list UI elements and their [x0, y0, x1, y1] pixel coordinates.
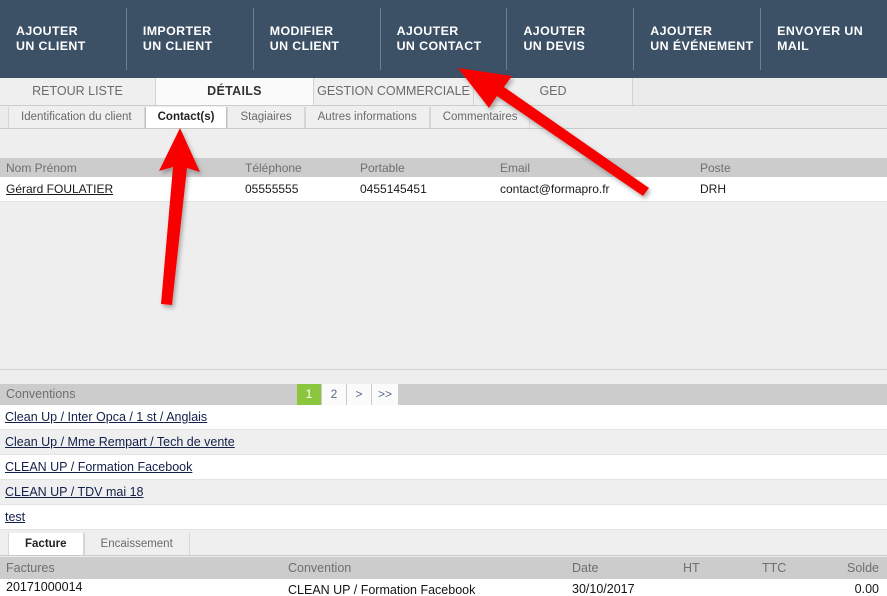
header-factures: Factures — [6, 561, 55, 575]
facture-date: 30/10/2017 — [572, 582, 635, 596]
nav-label-line1: AJOUTER — [650, 24, 713, 38]
header-date: Date — [572, 561, 599, 575]
nav-label-line1: AJOUTER — [396, 24, 459, 38]
facture-numero: 20171000014 — [6, 580, 83, 594]
table-row[interactable]: Gérard FOULATIER 05555555 0455145451 con… — [0, 177, 887, 202]
nav-label-line2: UN CLIENT — [16, 39, 86, 53]
header-ht: HT — [683, 561, 700, 575]
convention-link[interactable]: CLEAN UP / Formation Facebook — [5, 460, 192, 474]
contact-telephone: 05555555 — [245, 182, 299, 196]
nav-label-line1: IMPORTER — [142, 24, 212, 38]
contact-email: contact@formapro.fr — [500, 182, 610, 196]
subtab-autres-informations[interactable]: Autres informations — [304, 107, 430, 128]
header-poste: Poste — [700, 161, 731, 175]
list-item[interactable]: CLEAN UP / TDV mai 18 — [0, 480, 887, 505]
contact-poste: DRH — [700, 182, 726, 196]
nav-label-line2: UN CONTACT — [396, 39, 482, 53]
convention-link[interactable]: test — [5, 510, 25, 524]
nav-importer-un-client[interactable]: IMPORTER UN CLIENT — [127, 8, 254, 70]
header-nom-prenom: Nom Prénom — [6, 161, 77, 175]
facture-solde: 0.00 — [854, 582, 879, 596]
subtab-identification-du-client[interactable]: Identification du client — [8, 107, 145, 128]
header-portable: Portable — [360, 161, 405, 175]
list-item[interactable]: CLEAN UP / Formation Facebook — [0, 455, 887, 480]
convention-link[interactable]: CLEAN UP / TDV mai 18 — [5, 485, 143, 499]
main-tab-filler — [633, 78, 887, 105]
nav-label-line1: AJOUTER — [523, 24, 586, 38]
nav-ajouter-un-devis[interactable]: AJOUTER UN DEVIS — [507, 8, 635, 70]
tab-details[interactable]: DÉTAILS — [156, 78, 314, 105]
nav-label-line1: AJOUTER — [16, 24, 79, 38]
conventions-title: Conventions — [6, 387, 76, 401]
header-email: Email — [500, 161, 531, 175]
tab-encaissement[interactable]: Encaissement — [83, 533, 190, 555]
nav-label-line1: ENVOYER UN — [777, 24, 864, 38]
sub-tab-bar: Identification du client Contact(s) Stag… — [0, 107, 887, 129]
subtab-stagiaires[interactable]: Stagiaires — [227, 107, 305, 128]
header-convention: Convention — [288, 561, 352, 575]
nav-envoyer-un-mail[interactable]: ENVOYER UN MAIL — [761, 8, 887, 70]
nav-label-line2: UN CLIENT — [269, 39, 340, 53]
header-telephone: Téléphone — [245, 161, 302, 175]
subtab-contacts[interactable]: Contact(s) — [144, 107, 228, 128]
nav-ajouter-un-contact[interactable]: AJOUTER UN CONTACT — [381, 8, 508, 70]
top-action-nav: AJOUTER UN CLIENT IMPORTER UN CLIENT MOD… — [0, 0, 887, 78]
nav-ajouter-un-evenement[interactable]: AJOUTER UN ÉVÉNEMENT — [634, 8, 762, 70]
list-item[interactable]: Clean Up / Mme Rempart / Tech de vente — [0, 430, 887, 455]
header-ttc: TTC — [762, 561, 787, 575]
sub-tab-filler — [530, 107, 887, 128]
tab-ged[interactable]: GED — [474, 78, 633, 105]
contacts-panel: Nom Prénom Téléphone Portable Email Post… — [0, 129, 887, 370]
nav-label-line2: MAIL — [777, 39, 810, 53]
page-button-2[interactable]: 2 — [322, 384, 347, 405]
tab-retour-liste[interactable]: RETOUR LISTE — [0, 78, 156, 105]
subtab-commentaires[interactable]: Commentaires — [429, 107, 531, 128]
facture-table-header: Factures Convention Date HT TTC Solde — [0, 557, 887, 579]
nav-label-line2: UN CLIENT — [142, 39, 213, 53]
application-window: AJOUTER UN CLIENT IMPORTER UN CLIENT MOD… — [0, 0, 887, 596]
page-last-button[interactable]: >> — [372, 384, 400, 405]
page-button-1[interactable]: 1 — [297, 384, 322, 405]
table-row[interactable]: 20171000014 CLEAN UP / Formation Faceboo… — [0, 579, 887, 596]
nav-label-line2: UN ÉVÉNEMENT — [650, 39, 754, 53]
contact-portable: 0455145451 — [360, 182, 427, 196]
page-next-button[interactable]: > — [347, 384, 372, 405]
nav-label-line2: UN DEVIS — [523, 39, 586, 53]
convention-link[interactable]: Clean Up / Inter Opca / 1 st / Anglais — [5, 410, 207, 424]
conventions-pagination: 1 2 > >> — [297, 384, 400, 405]
list-item[interactable]: Clean Up / Inter Opca / 1 st / Anglais — [0, 405, 887, 430]
convention-link[interactable]: Clean Up / Mme Rempart / Tech de vente — [5, 435, 235, 449]
contact-name-link[interactable]: Gérard FOULATIER — [6, 182, 113, 196]
header-solde: Solde — [847, 561, 879, 575]
facture-tab-bar: Facture Encaissement — [0, 533, 887, 556]
list-item[interactable]: test — [0, 505, 887, 530]
nav-modifier-un-client[interactable]: MODIFIER UN CLIENT — [254, 8, 381, 70]
conventions-list: Clean Up / Inter Opca / 1 st / Anglais C… — [0, 405, 887, 530]
tab-facture[interactable]: Facture — [8, 533, 84, 555]
tab-gestion-commerciale[interactable]: GESTION COMMERCIALE — [314, 78, 474, 105]
main-tab-bar: RETOUR LISTE DÉTAILS GESTION COMMERCIALE… — [0, 78, 887, 106]
conventions-header-bar: Conventions 1 2 > >> — [0, 384, 887, 405]
facture-convention: CLEAN UP / Formation Facebook — [288, 583, 476, 596]
nav-label-line1: MODIFIER — [269, 24, 334, 38]
contacts-table-header: Nom Prénom Téléphone Portable Email Post… — [0, 158, 887, 177]
nav-ajouter-un-client[interactable]: AJOUTER UN CLIENT — [0, 8, 127, 70]
